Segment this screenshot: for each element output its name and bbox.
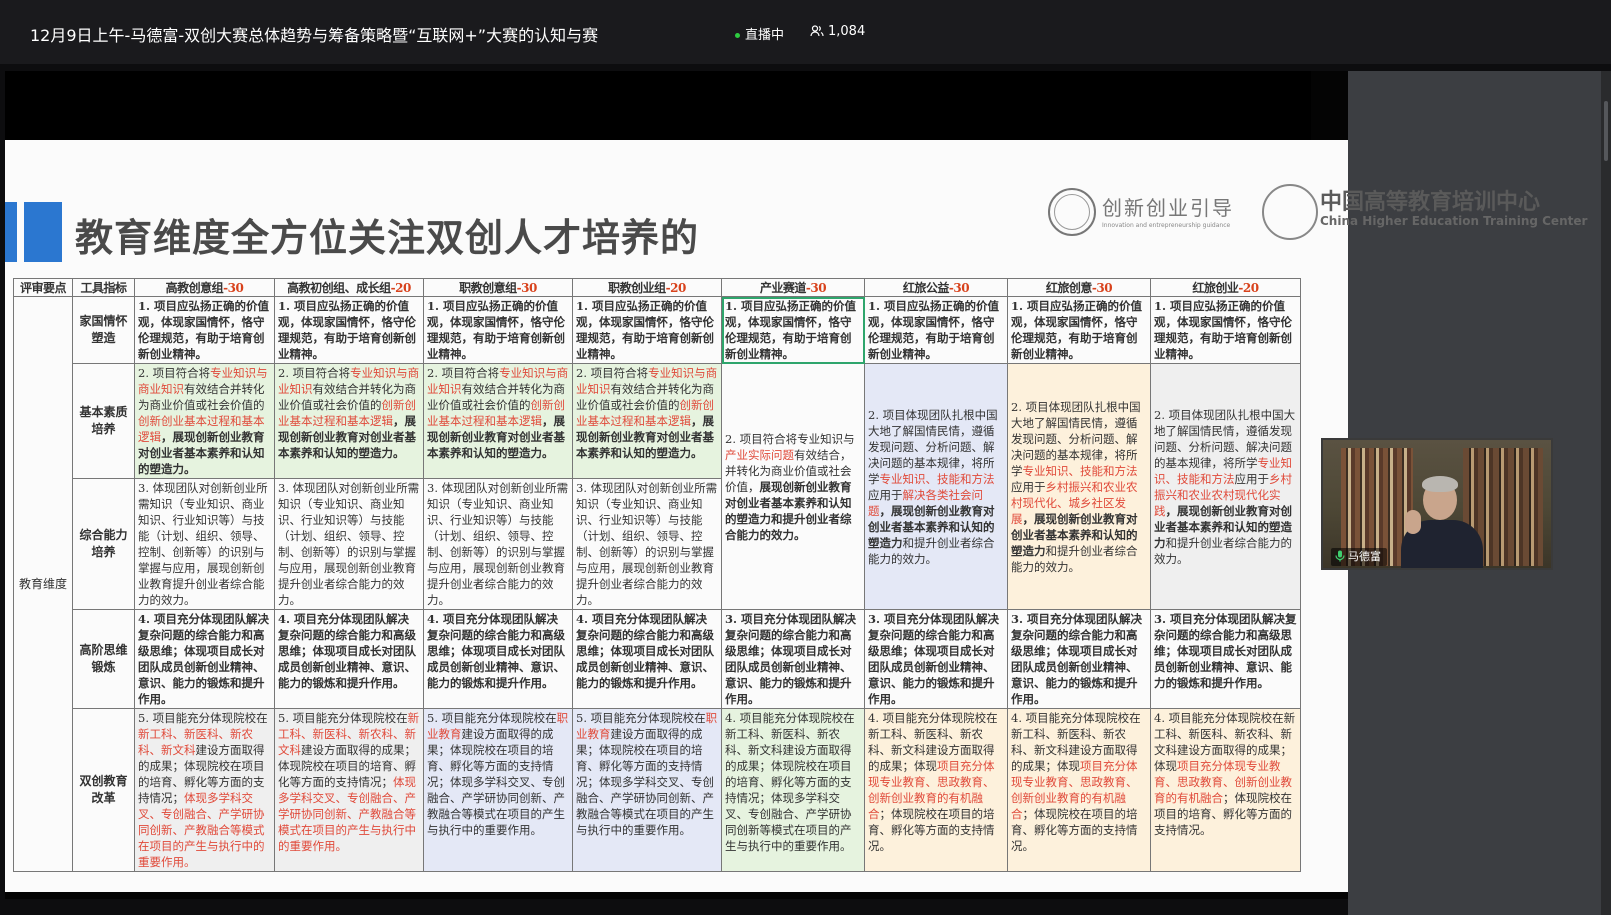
presenter-hair [1422,476,1458,492]
table-cell: 3. 体现团队对创新创业所需知识（专业知识、商业知识、行业知识等）与技能（计划、… [572,478,722,610]
table-row: 基本素质培养 2. 项目符合将专业知识与商业知识有效结合并转化为商业价值或社会价… [14,363,1301,610]
live-header: 12月9日上午-马德富-双创大赛总体趋势与筹备策略暨“互联网+”大赛的认知与赛 … [0,0,1611,64]
viewer-count-value: 1,084 [828,24,866,39]
table-cell: 4. 项目能充分体现院校在新工科、新医科、新农科、新文科建设方面取得的成果；体现… [721,708,865,872]
table-cell: 4. 项目能充分体现院校在新工科、新医科、新农科、新文科建设方面取得的成果；体现… [864,708,1008,872]
table-header-row: 评审要点 工具指标 高教创意组-30 高教初创组、成长组-20 职教创意组-30… [13,278,1301,297]
bird-logo-icon [1262,184,1318,240]
presenter-name-tag: 马德富 [1331,548,1387,566]
criteria-table: 评审要点 工具指标 高教创意组-30 高教初创组、成长组-20 职教创意组-30… [13,278,1301,872]
th-col: 红旅公益-30 [864,278,1008,297]
stream-title: 12月9日上午-马德富-双创大赛总体趋势与筹备策略暨“互联网+”大赛的认知与赛 [30,26,599,45]
dimension-cell: 教育维度 [13,296,73,872]
indicator-cell: 综合能力培养 [72,478,135,610]
table-row: 高阶思维锻炼 4. 项目充分体现团队解决复杂问题的综合能力和高级思维；体现项目成… [14,609,1301,709]
indicator-cell: 高阶思维锻炼 [72,609,135,709]
table-cell: 5. 项目能充分体现院校在新工科、新医科、新农科、新文科建设方面取得的成果；体现… [134,708,275,872]
logo-text: 创新创业引导 [1102,196,1234,220]
scrollbar[interactable] [1601,71,1611,915]
table-cell: 2. 项目符合将专业知识与产业实际问题有效结合，并转化为商业价值或社会价值，展现… [721,363,865,610]
slide-title: 教育维度全方位关注双创人才培养的 [75,216,700,260]
table-cell: 2. 项目体现团队扎根中国大地了解国情民情，遵循发现问题、分析问题、解决问题的基… [1007,363,1151,610]
seal-inner-icon [1054,194,1090,230]
logo-area: 创新创业引导 Innovation and entrepreneurship g… [1040,180,1587,248]
live-status: 直播中 [735,24,784,43]
viewers-icon [810,25,824,37]
table-cell: 1. 项目应弘扬正确的价值观，体现家国情怀，恪守伦理规范，有助于培育创新创业精神… [864,296,1008,364]
indicator-cell: 基本素质培养 [72,363,135,479]
th-key: 评审要点 [13,278,73,297]
table-cell: 3. 体现团队对创新创业所需知识（专业知识、商业知识、行业知识等）与技能（计划、… [423,478,573,610]
table-cell: 5. 项目能充分体现院校在职业教育建设方面取得的成果；体现院校在项目的培育、孵化… [572,708,722,872]
presenter-hand [1405,510,1421,534]
th-col: 高教初创组、成长组-20 [274,278,424,297]
table-cell: 2. 项目符合将专业知识与商业知识有效结合并转化为商业价值或社会价值的创新创业基… [274,363,424,479]
table-cell: 3. 项目充分体现团队解决复杂问题的综合能力和高级思维；体现项目成长对团队成员创… [1150,609,1301,709]
table-cell: 2. 项目体现团队扎根中国大地了解国情民情，遵循发现问题、分析问题、解决问题的基… [1150,363,1301,610]
table-cell: 4. 项目充分体现团队解决复杂问题的综合能力和高级思维；体现项目成长对团队成员创… [423,609,573,709]
table-cell: 2. 项目符合将专业知识与商业知识有效结合并转化为商业价值或社会价值的创新创业基… [572,363,722,479]
scrollbar-thumb[interactable] [1604,101,1608,161]
table-cell: 3. 项目充分体现团队解决复杂问题的综合能力和高级思维；体现项目成长对团队成员创… [721,609,865,709]
table-cell: 1. 项目应弘扬正确的价值观，体现家国情怀，恪守伦理规范，有助于培育创新创业精神… [1007,296,1151,364]
live-dot-icon [735,33,740,38]
video-letterbox [5,71,1311,140]
table-row: 教育维度 家国情怀塑造 1. 项目应弘扬正确的价值观，体现家国情怀，恪守伦理规范… [13,296,1301,872]
table-row: 双创教育改革 5. 项目能充分体现院校在新工科、新医科、新农科、新文科建设方面取… [14,708,1301,872]
table-cell: 1. 项目应弘扬正确的价值观，体现家国情怀，恪守伦理规范，有助于培育创新创业精神… [572,296,722,364]
table-cell: 2. 项目符合将专业知识与商业知识有效结合并转化为商业价值或社会价值的创新创业基… [134,363,275,479]
table-cell: 4. 项目充分体现团队解决复杂问题的综合能力和高级思维；体现项目成长对团队成员创… [134,609,275,709]
title-accent-block [24,202,62,262]
th-col: 高教创意组-30 [134,278,275,297]
table-cell: 3. 项目充分体现团队解决复杂问题的综合能力和高级思维；体现项目成长对团队成员创… [864,609,1008,709]
presenter-name: 马德富 [1348,550,1381,563]
th-col: 职教创业组-20 [572,278,722,297]
table-cell: 2. 项目体现团队扎根中国大地了解国情民情，遵循发现问题、分析问题、解决问题的基… [864,363,1008,610]
table-cell: 2. 项目符合将专业知识与商业知识有效结合并转化为商业价值或社会价值的创新创业基… [423,363,573,479]
table-cell: 5. 项目能充分体现院校在职业教育建设方面取得的成果；体现院校在项目的培育、孵化… [423,708,573,872]
table-cell: 3. 项目充分体现团队解决复杂问题的综合能力和高级思维；体现项目成长对团队成员创… [1007,609,1151,709]
table-cell: 3. 体现团队对创新创业所需知识（专业知识、商业知识、行业知识等）与技能（计划、… [134,478,275,610]
th-col: 红旅创意-30 [1007,278,1151,297]
table-cell: 4. 项目充分体现团队解决复杂问题的综合能力和高级思维；体现项目成长对团队成员创… [274,609,424,709]
viewer-count: 1,084 [810,24,865,39]
logo-subtext: Innovation and entrepreneurship guidance [1102,222,1231,229]
presenter-camera[interactable]: 马德富 [1321,438,1553,570]
table-cell: 1. 项目应弘扬正确的价值观，体现家国情怀，恪守伦理规范，有助于培育创新创业精神… [721,296,865,364]
microphone-icon [1335,550,1345,562]
table-cell: 5. 项目能充分体现院校在新工科、新医科、新农科、新文科建设方面取得的成果；体现… [274,708,424,872]
table-cell: 4. 项目能充分体现院校在新工科、新医科、新农科、新文科建设方面取得的成果；体现… [1007,708,1151,872]
indicator-cell: 双创教育改革 [72,708,135,872]
th-col: 红旅创业-20 [1150,278,1301,297]
th-col: 产业赛道-30 [721,278,865,297]
table-cell: 4. 项目能充分体现院校在新工科、新医科、新农科、新文科建设方面取得的成果；体现… [1150,708,1301,872]
title-accent-bar [5,202,17,262]
slide: 教育维度全方位关注双创人才培养的 创新创业引导 Innovation and e… [5,140,1587,892]
org-name-en: China Higher Education Training Center [1320,214,1588,228]
th-col: 职教创意组-30 [423,278,573,297]
indicator-cell: 家国情怀塑造 [72,296,135,364]
live-label: 直播中 [745,28,785,43]
table-cell: 1. 项目应弘扬正确的价值观，体现家国情怀，恪守伦理规范，有助于培育创新创业精神… [423,296,573,364]
table-cell: 1. 项目应弘扬正确的价值观，体现家国情怀，恪守伦理规范，有助于培育创新创业精神… [274,296,424,364]
table-cell: 1. 项目应弘扬正确的价值观，体现家国情怀，恪守伦理规范，有助于培育创新创业精神… [134,296,275,364]
th-tool: 工具指标 [72,278,135,297]
table-cell: 3. 体现团队对创新创业所需知识（专业知识、商业知识、行业知识等）与技能（计划、… [274,478,424,610]
table-cell: 4. 项目充分体现团队解决复杂问题的综合能力和高级思维；体现项目成长对团队成员创… [572,609,722,709]
org-name: 中国高等教育培训中心 [1320,190,1541,215]
table-cell: 1. 项目应弘扬正确的价值观，体现家国情怀，恪守伦理规范，有助于培育创新创业精神… [1150,296,1301,364]
